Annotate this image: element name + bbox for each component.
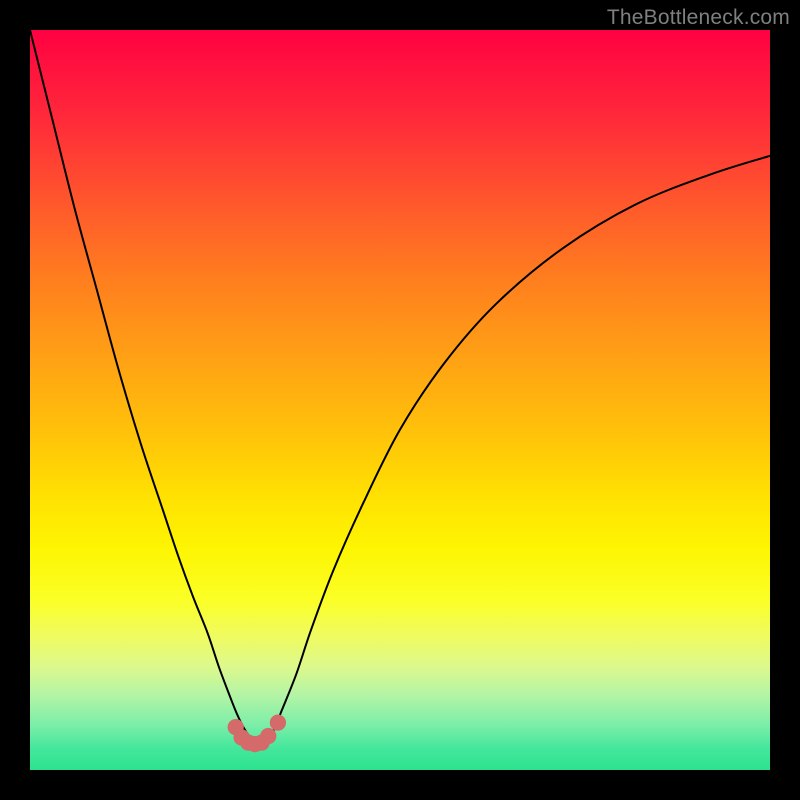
trough-markers-group bbox=[228, 715, 286, 753]
trough-marker bbox=[260, 728, 276, 744]
trough-marker bbox=[270, 715, 286, 731]
chart-frame: TheBottleneck.com bbox=[0, 0, 800, 800]
chart-plot-area bbox=[30, 30, 770, 770]
bottleneck-curve bbox=[30, 30, 770, 743]
chart-svg bbox=[30, 30, 770, 770]
watermark-text: TheBottleneck.com bbox=[607, 6, 790, 30]
